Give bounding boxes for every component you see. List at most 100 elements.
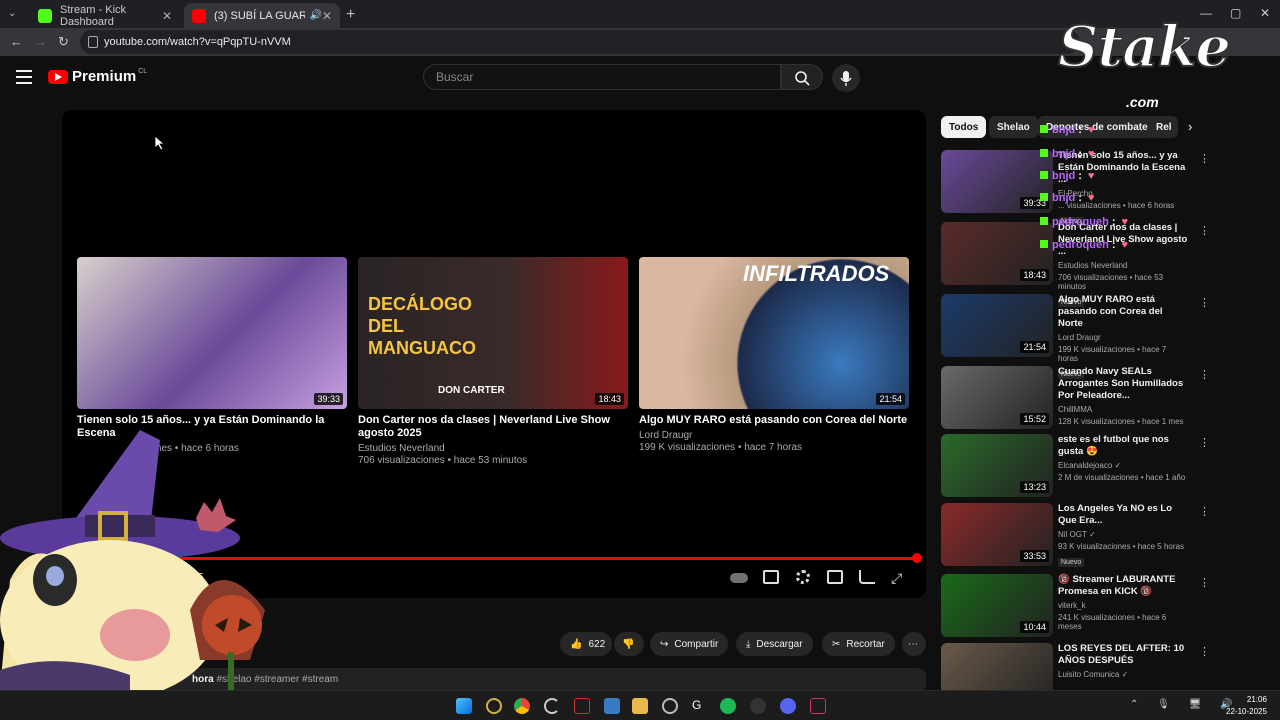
more-vert-icon[interactable]: ⋮ — [1199, 436, 1210, 449]
window-close-icon[interactable]: ✕ — [1260, 6, 1270, 20]
end-screen-video[interactable]: INFILTRADOS 21:54 Algo MUY RARO está pas… — [639, 257, 909, 454]
chip-shelao[interactable]: Shelao — [989, 116, 1038, 138]
chip-rel[interactable]: Rel — [1148, 116, 1178, 138]
video-thumbnail[interactable]: 33:53 — [941, 503, 1053, 566]
chevron-right-icon[interactable]: › — [1188, 119, 1192, 134]
dislike-button[interactable]: 👎 — [614, 632, 644, 656]
notes-icon[interactable] — [604, 698, 620, 714]
autoplay-toggle[interactable] — [730, 573, 748, 583]
tab-search-icon[interactable]: ⌄ — [8, 8, 16, 19]
channel-name[interactable]: Lord Draugr — [639, 430, 909, 442]
channel-name[interactable]: ChillMMA — [1058, 405, 1188, 414]
more-actions-button[interactable]: ⋯ — [902, 632, 926, 656]
voice-search-button[interactable] — [832, 64, 860, 92]
channel-name[interactable]: viterk_k — [1058, 601, 1188, 610]
site-info-icon[interactable] — [88, 36, 98, 48]
related-video[interactable]: 33:53 Los Angeles Ya NO es Lo Que Era... N… — [941, 503, 1211, 567]
video-thumbnail[interactable]: INFILTRADOS 21:54 — [639, 257, 909, 409]
chrome-icon[interactable] — [514, 698, 530, 714]
video-meta: 706 visualizaciones • hace 53 minutos — [358, 455, 528, 466]
video-meta: 93 K visualizaciones • hace 5 horas — [1058, 542, 1184, 551]
video-thumbnail[interactable]: 21:54 — [941, 294, 1053, 357]
video-thumbnail[interactable]: 39:33 — [941, 150, 1053, 213]
related-video[interactable]: 10:44 🔞 Streamer LABURANTE Promesa en KIC… — [941, 574, 1211, 638]
reload-icon[interactable]: ↻ — [58, 34, 69, 50]
spotify-icon[interactable] — [720, 698, 736, 714]
settings-icon[interactable] — [796, 570, 810, 584]
channel-name[interactable]: Lord Draugr — [1058, 333, 1188, 342]
app-icon[interactable] — [662, 698, 678, 714]
more-vert-icon[interactable]: ⋮ — [1199, 645, 1210, 658]
video-thumbnail[interactable]: DECÁLOGO DEL MANGUACO DON CARTER 18:43 — [358, 257, 628, 409]
related-video[interactable]: 13:23 este es el futbol que nos gusta 😍 El… — [941, 434, 1211, 498]
search-button[interactable] — [781, 64, 823, 90]
close-icon[interactable]: ✕ — [322, 9, 332, 23]
like-button[interactable]: 👍 622 — [560, 632, 612, 656]
related-video[interactable]: 21:54 Algo MUY RARO está pasando con Core… — [941, 294, 1211, 379]
app-icon[interactable] — [574, 698, 590, 714]
video-title[interactable]: este es el futbol que nos gusta 😍 — [1058, 434, 1188, 458]
more-vert-icon[interactable]: ⋮ — [1199, 576, 1210, 589]
app-icon[interactable] — [810, 698, 826, 714]
search-input[interactable]: Buscar — [423, 64, 781, 90]
share-button[interactable]: ↪ Compartir — [650, 632, 729, 656]
video-title[interactable]: 🔞 Streamer LABURANTE Promesa en KICK 🔞 — [1058, 574, 1188, 598]
address-bar[interactable]: youtube.com/watch?v=qPqpTU-nVVM — [80, 30, 1080, 54]
video-thumbnail[interactable]: 18:43 — [941, 222, 1053, 285]
video-title[interactable]: Don Carter nos da clases | Neverland Liv… — [358, 414, 628, 440]
cast-icon[interactable] — [859, 570, 875, 584]
app-icon[interactable] — [486, 698, 502, 714]
more-vert-icon[interactable]: ⋮ — [1199, 296, 1210, 309]
channel-name[interactable]: Elcanaldejoaco ✓ — [1058, 461, 1188, 470]
maximize-icon[interactable]: ▢ — [1230, 6, 1241, 20]
related-video[interactable]: 18:43 Don Carter nos da clases | Neverlan… — [941, 222, 1211, 307]
youtube-premium-logo[interactable]: Premium CL — [48, 68, 147, 85]
mouse-cursor — [154, 135, 166, 151]
app-icon[interactable] — [750, 698, 766, 714]
miniplayer-icon[interactable] — [827, 570, 843, 584]
video-thumbnail[interactable]: 13:23 — [941, 434, 1053, 497]
hamburger-menu-icon[interactable] — [16, 70, 32, 84]
app-icon[interactable]: G — [692, 698, 708, 714]
new-tab-button[interactable]: + — [346, 6, 355, 24]
taskbar-clock[interactable]: 21:06 22-10-2025 — [1226, 694, 1267, 718]
download-button[interactable]: ⤓ Descargar — [736, 632, 813, 656]
video-title[interactable]: Algo MUY RARO está pasando con Corea del… — [1058, 294, 1188, 330]
stake-logo: Stake — [1057, 13, 1232, 81]
windows-start-icon[interactable] — [456, 698, 472, 714]
subtitles-icon[interactable] — [763, 570, 779, 584]
more-vert-icon[interactable]: ⋮ — [1199, 505, 1210, 518]
more-vert-icon[interactable]: ⋮ — [1199, 152, 1210, 165]
clip-button[interactable]: ✂ Recortar — [822, 632, 895, 656]
chip-todos[interactable]: Todos — [941, 116, 987, 138]
close-icon[interactable]: ✕ — [162, 9, 172, 23]
back-arrow-icon[interactable]: ← — [10, 34, 23, 49]
fullscreen-icon[interactable]: ⤢ — [891, 570, 902, 587]
app-icon[interactable] — [544, 698, 560, 714]
related-video[interactable]: 15:52 Cuando Navy SEALs Arrogantes Son Hu… — [941, 366, 1211, 430]
clock-time: 21:06 — [1246, 695, 1267, 704]
folder-icon[interactable] — [632, 698, 648, 714]
more-vert-icon[interactable]: ⋮ — [1199, 368, 1210, 381]
video-thumbnail[interactable]: 39:33 — [77, 257, 347, 409]
discord-icon[interactable] — [780, 698, 796, 714]
video-title[interactable]: LOS REYES DEL AFTER: 10 AÑOS DESPUÉS — [1058, 643, 1188, 667]
system-tray-icons[interactable]: ⌃ 🎙 🖥 🔊 — [1130, 699, 1241, 710]
progress-scrubber[interactable] — [912, 553, 922, 563]
video-title[interactable]: Cuando Navy SEALs Arrogantes Son Humilla… — [1058, 366, 1188, 402]
channel-name[interactable]: Nil OGT ✓ — [1058, 530, 1188, 539]
tab-kick-dashboard[interactable]: Stream - Kick Dashboard ✕ — [30, 3, 180, 28]
more-vert-icon[interactable]: ⋮ — [1199, 224, 1210, 237]
channel-name[interactable]: Luisito Comunica ✓ — [1058, 670, 1188, 679]
end-screen-video[interactable]: DECÁLOGO DEL MANGUACO DON CARTER 18:43 D… — [358, 257, 628, 467]
video-title[interactable]: Los Angeles Ya NO es Lo Que Era... — [1058, 503, 1188, 527]
tab-youtube[interactable]: (3) SUBÍ LA GUARDIA 🤩 - 🔊 ✕ — [184, 3, 340, 28]
video-title[interactable]: Algo MUY RARO está pasando con Corea del… — [639, 414, 909, 427]
forward-arrow-icon[interactable]: → — [34, 34, 47, 49]
video-thumbnail[interactable]: 10:44 — [941, 574, 1053, 637]
channel-name[interactable]: Estudios Neverland — [1058, 261, 1188, 270]
video-thumbnail[interactable]: 15:52 — [941, 366, 1053, 429]
channel-name[interactable]: Estudios Neverland — [358, 443, 628, 455]
youtube-play-icon — [48, 69, 68, 84]
speaker-icon[interactable]: 🔊 — [309, 10, 321, 21]
